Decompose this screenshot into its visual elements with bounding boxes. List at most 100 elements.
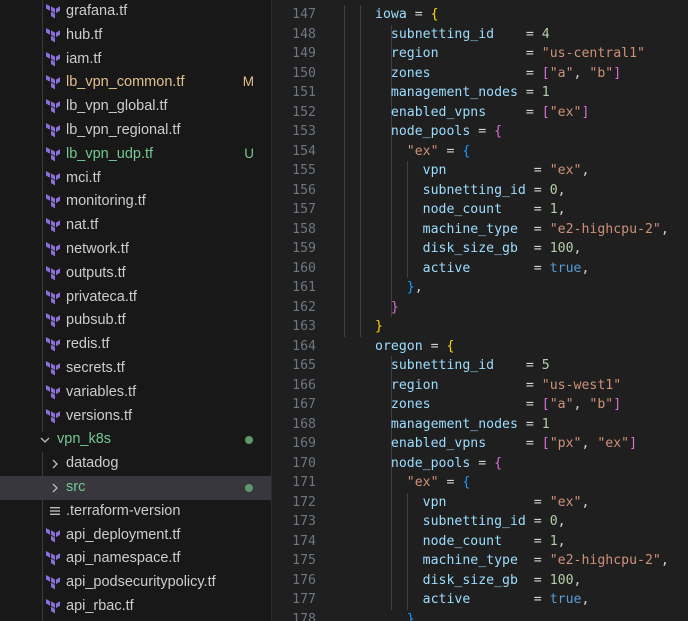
code-text: management_nodes = 1 — [375, 83, 550, 103]
code-line[interactable]: 175 machine_type = "e2-highcpu-2", — [272, 551, 688, 571]
code-line[interactable]: 157 node_count = 1, — [272, 200, 688, 220]
explorer-item-label: lb_vpn_common.tf — [66, 74, 185, 91]
explorer-file[interactable]: hub.tf — [0, 24, 271, 48]
explorer-file[interactable]: outputs.tf — [0, 262, 271, 286]
explorer-folder[interactable]: vpn_k8s — [0, 428, 271, 452]
code-text: subnetting_id = 4 — [375, 25, 550, 45]
code-text: node_count = 1, — [375, 200, 566, 220]
code-token: = — [502, 533, 550, 549]
code-token: { — [430, 7, 439, 22]
code-line[interactable]: 169 enabled_vpns = ["px", "ex"] — [272, 434, 688, 454]
line-number: 177 — [292, 592, 316, 607]
code-token: machine_type — [375, 221, 518, 237]
code-text: disk_size_gb = 100, — [375, 571, 582, 591]
code-token: subnetting_id — [375, 26, 495, 42]
explorer-file[interactable]: mci.tf — [0, 167, 271, 191]
line-number: 154 — [292, 143, 316, 159]
explorer-item-label: network.tf — [66, 241, 129, 257]
explorer-file[interactable]: lb_vpn_common.tf M — [0, 71, 271, 95]
code-token: "ex" — [375, 143, 439, 159]
code-line[interactable]: 166 region = "us-west1" — [272, 376, 688, 396]
explorer-file[interactable]: grafana.tf — [0, 0, 271, 24]
code-line[interactable]: 148 subnetting_id = 4 — [272, 25, 688, 45]
code-token: = — [517, 221, 550, 237]
code-line[interactable]: 177 active = true, — [272, 590, 688, 610]
code-line[interactable]: 164 oregon = { — [272, 337, 688, 357]
terraform-file-icon — [45, 550, 61, 566]
terraform-file-icon — [45, 98, 61, 114]
explorer-file[interactable]: redis.tf — [0, 333, 271, 357]
code-editor[interactable]: 147 iowa = {148 subnetting_id = 4 149 regi… — [272, 0, 688, 621]
code-token: region — [375, 377, 439, 393]
code-line[interactable]: 155 vpn = "ex", — [272, 161, 688, 181]
explorer-file[interactable]: privateca.tf — [0, 286, 271, 310]
explorer-file[interactable]: api_podsecuritypolicy.tf — [0, 571, 271, 595]
code-token: = — [446, 494, 550, 510]
explorer-file[interactable]: network.tf — [0, 238, 271, 262]
line-number: 161 — [292, 280, 316, 295]
code-line[interactable]: 152 enabled_vpns = ["ex"] — [272, 103, 688, 123]
explorer-file[interactable]: monitoring.tf — [0, 190, 271, 214]
chevron-right-icon[interactable] — [49, 482, 61, 494]
chevron-right-icon[interactable] — [49, 458, 61, 470]
explorer-file[interactable]: versions.tf — [0, 405, 271, 429]
code-token: [ — [541, 65, 550, 81]
code-token: { — [446, 338, 455, 354]
code-line[interactable]: 151 management_nodes = 1 — [272, 83, 688, 103]
code-text: oregon = { — [375, 337, 454, 357]
code-text: active = true, — [375, 590, 590, 610]
code-line[interactable]: 149 region = "us-central1" — [272, 44, 688, 64]
code-line[interactable]: 163} — [272, 317, 688, 337]
explorer-file[interactable]: api_namespace.tf — [0, 547, 271, 571]
code-line[interactable]: 147 iowa = { — [272, 5, 688, 25]
chevron-down-icon[interactable] — [39, 434, 51, 446]
explorer-file[interactable]: lb_vpn_global.tf — [0, 95, 271, 119]
code-text: machine_type = "e2-highcpu-2", — [375, 551, 669, 571]
code-line[interactable]: 170 node_pools = { — [272, 454, 688, 474]
code-text: vpn = "ex", — [375, 493, 590, 513]
explorer-file[interactable]: lb_vpn_udp.tf U — [0, 143, 271, 167]
code-token: = — [502, 202, 550, 217]
explorer-item-label: secrets.tf — [66, 360, 125, 376]
explorer-file[interactable]: .terraform-version — [0, 500, 271, 524]
explorer-file[interactable]: api_deployment.tf — [0, 524, 271, 548]
code-line[interactable]: 174 node_count = 1, — [272, 532, 688, 552]
explorer-file[interactable]: pubsub.tf — [0, 309, 271, 333]
explorer-folder[interactable]: datadog — [0, 452, 271, 476]
code-token: , — [581, 436, 598, 451]
terraform-file-icon — [45, 265, 61, 281]
code-line[interactable]: 178 } — [272, 610, 688, 621]
code-line[interactable]: 160 active = true, — [272, 259, 688, 279]
code-token: machine_type — [375, 553, 518, 568]
code-line[interactable]: 153 node_pools = { — [272, 122, 688, 142]
code-line[interactable]: 172 vpn = "ex", — [272, 493, 688, 513]
line-number: 163 — [292, 319, 316, 334]
explorer-file[interactable]: lb_vpn_regional.tf — [0, 119, 271, 143]
explorer-file[interactable]: api_rbac.tf — [0, 595, 271, 619]
explorer-file[interactable]: iam.tf — [0, 48, 271, 72]
code-line[interactable]: 156 subnetting_id = 0, — [272, 181, 688, 201]
explorer-folder[interactable]: src — [0, 476, 271, 500]
code-line[interactable]: 173 subnetting_id = 0, — [272, 512, 688, 532]
code-line[interactable]: 150 zones = ["a", "b"] — [272, 64, 688, 84]
code-line[interactable]: 176 disk_size_gb = 100, — [272, 571, 688, 591]
terraform-file-icon — [45, 574, 61, 590]
code-line[interactable]: 171 "ex" = { — [272, 473, 688, 493]
code-token: management_nodes — [375, 416, 518, 432]
code-token: = — [446, 163, 550, 178]
explorer-file[interactable]: variables.tf — [0, 381, 271, 405]
explorer-file[interactable]: nat.tf — [0, 214, 271, 238]
explorer-file[interactable]: secrets.tf — [0, 357, 271, 381]
code-line[interactable]: 161 }, — [272, 278, 688, 298]
code-line[interactable]: 154 "ex" = { — [272, 142, 688, 162]
code-line[interactable]: 165 subnetting_id = 5 — [272, 356, 688, 376]
code-line[interactable]: 162 } — [272, 298, 688, 318]
code-token: , — [581, 494, 590, 510]
code-line[interactable]: 158 machine_type = "e2-highcpu-2", — [272, 220, 688, 240]
code-line[interactable]: 159 disk_size_gb = 100, — [272, 239, 688, 259]
code-token: true — [549, 592, 582, 607]
code-token: "px" — [549, 436, 582, 451]
code-line[interactable]: 168 management_nodes = 1 — [272, 415, 688, 435]
code-token: 0 — [549, 514, 558, 529]
code-line[interactable]: 167 zones = ["a", "b"] — [272, 395, 688, 415]
